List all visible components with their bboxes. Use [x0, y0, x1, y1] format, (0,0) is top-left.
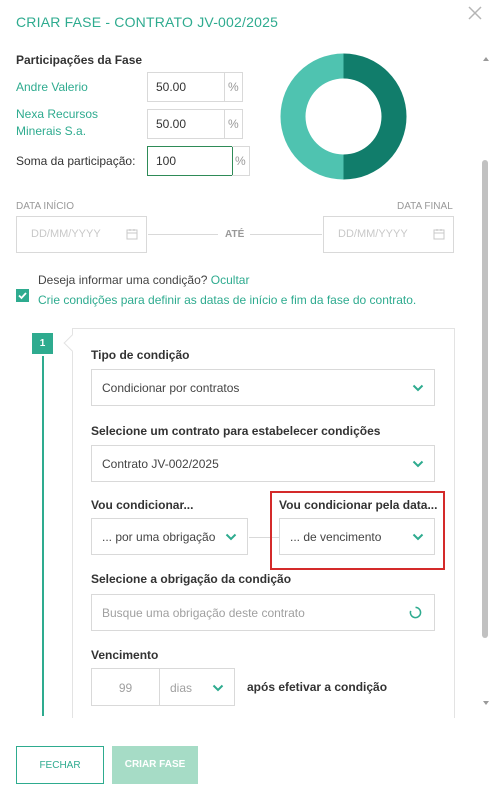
start-date-label: DATA INÍCIO: [16, 201, 74, 212]
end-date-input[interactable]: DD/MM/YYYY: [323, 216, 454, 253]
due-after-text: após efetivar a condição: [247, 680, 388, 694]
participant-share-input-2[interactable]: 50.00: [147, 109, 225, 139]
contract-value: Contrato JV-002/2025: [102, 457, 219, 471]
condition-by-value: ... por uma obrigação: [102, 530, 216, 544]
participant-name-2: Nexa Recursos Minerais S.a.: [16, 107, 99, 138]
chevron-down-icon: [412, 460, 424, 468]
step-number-badge: 1: [32, 333, 53, 354]
percent-addon-sum: %: [232, 146, 250, 176]
due-label: Vencimento: [91, 648, 159, 662]
obligation-search-input[interactable]: Busque uma obrigação deste contrato: [91, 594, 435, 631]
step-timeline-line: [42, 356, 44, 716]
create-phase-button[interactable]: CRIAR FASE: [112, 746, 198, 784]
participation-donut-chart: [280, 53, 407, 180]
sum-input: 100: [147, 146, 233, 176]
checkmark-icon: [18, 292, 27, 300]
calendar-icon: [126, 229, 138, 240]
sum-label: Soma da participação:: [16, 154, 136, 168]
hide-condition-link[interactable]: Ocultar: [211, 273, 250, 287]
due-unit-select[interactable]: dias: [159, 668, 235, 706]
donut-slice-1: [343, 53, 407, 180]
chevron-down-icon: [412, 384, 424, 392]
obligation-placeholder: Busque uma obrigação deste contrato: [102, 606, 305, 620]
percent-addon-2: %: [225, 109, 243, 139]
due-unit-value: dias: [170, 681, 193, 695]
condition-question: Deseja informar uma condição? Ocultar: [38, 273, 249, 287]
obligation-label: Selecione a obrigação da condição: [91, 572, 292, 586]
dialog-title: CRIAR FASE - CONTRATO JV-002/2025: [16, 14, 279, 30]
date-range-line-left: [148, 234, 218, 235]
start-date-input[interactable]: DD/MM/YYYY: [16, 216, 147, 253]
condition-checkbox[interactable]: [16, 289, 29, 302]
condition-type-select[interactable]: Condicionar por contratos: [91, 369, 435, 406]
date-range-separator: ATÉ: [225, 229, 245, 240]
due-days-input[interactable]: 99: [91, 668, 160, 706]
participant-share-input-1[interactable]: 50.00: [147, 72, 225, 102]
chevron-down-icon: [225, 533, 237, 541]
loading-spinner-icon: [409, 606, 422, 619]
scroll-down-arrow-icon[interactable]: [483, 701, 489, 705]
close-button[interactable]: FECHAR: [16, 746, 104, 784]
condition-by-select[interactable]: ... por uma obrigação: [91, 518, 248, 555]
condition-by-label: Vou condicionar...: [91, 498, 194, 512]
chevron-down-icon: [212, 684, 224, 692]
start-date-placeholder: DD/MM/YYYY: [31, 228, 101, 240]
calendar-icon: [433, 229, 445, 240]
condition-type-label: Tipo de condição: [91, 348, 190, 362]
donut-slice-2: [280, 53, 344, 180]
condition-type-value: Condicionar por contratos: [102, 381, 240, 395]
end-date-placeholder: DD/MM/YYYY: [338, 228, 408, 240]
participant-name-1: Andre Valerio: [16, 80, 88, 94]
contract-select-label: Selecione um contrato para estabelecer c…: [91, 424, 381, 438]
contract-select[interactable]: Contrato JV-002/2025: [91, 445, 435, 482]
close-icon[interactable]: [465, 3, 485, 23]
percent-addon-1: %: [225, 72, 243, 102]
scrollbar-thumb[interactable]: [482, 160, 488, 638]
end-date-label: DATA FINAL: [397, 201, 453, 212]
highlight-box: [270, 491, 445, 570]
scroll-up-arrow-icon[interactable]: [483, 57, 489, 61]
participation-heading: Participações da Fase: [16, 53, 143, 67]
condition-hint: Crie condições para definir as datas de …: [38, 293, 417, 307]
date-range-line-right: [250, 234, 322, 235]
condition-question-text: Deseja informar uma condição?: [38, 273, 208, 287]
